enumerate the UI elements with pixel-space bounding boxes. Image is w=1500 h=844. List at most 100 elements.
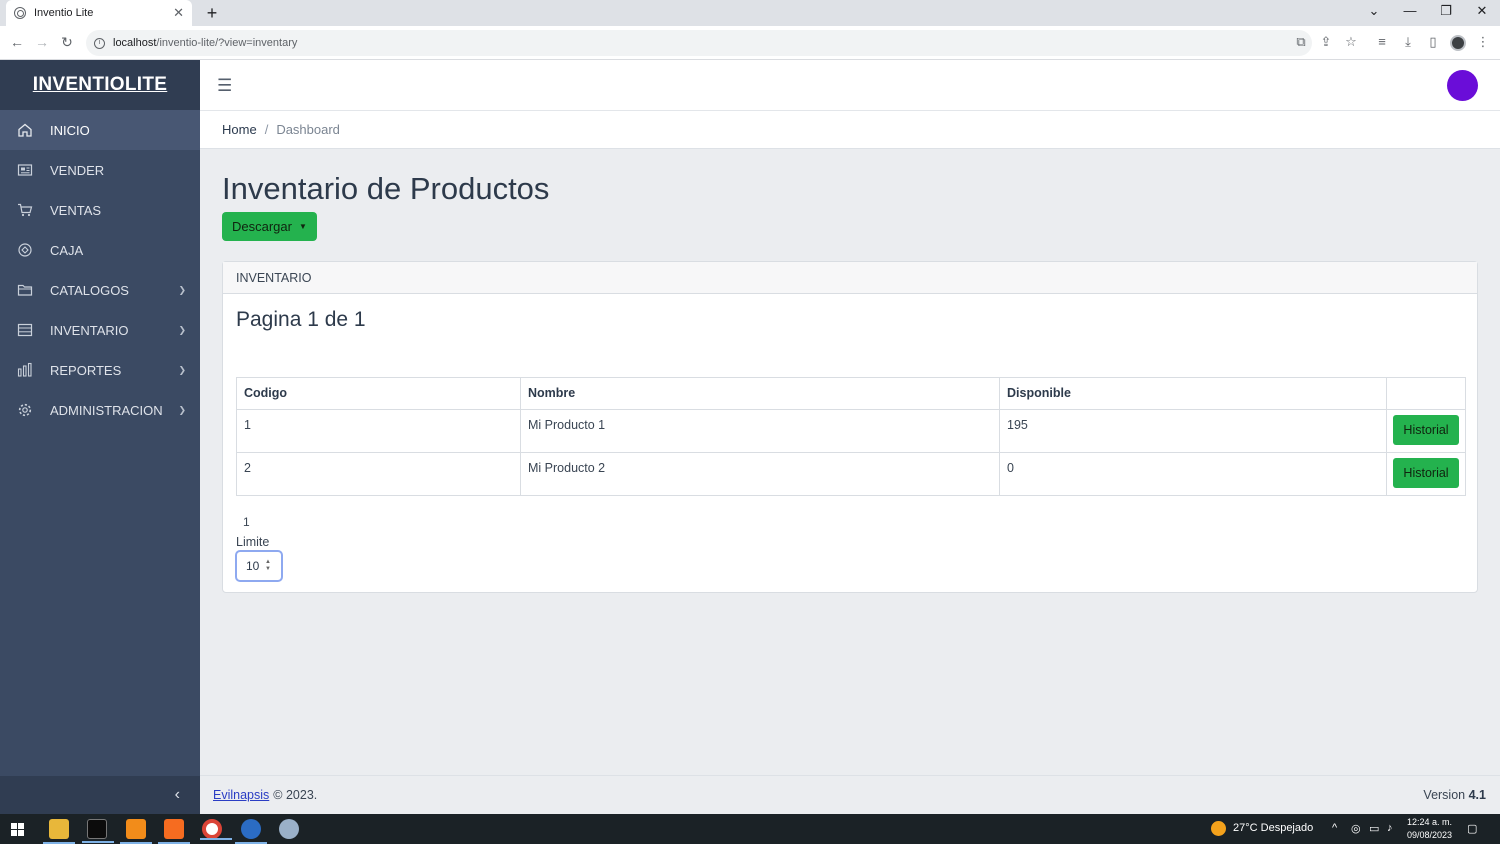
sidebar-item-reportes[interactable]: REPORTES ❯ xyxy=(0,350,200,390)
historial-button[interactable]: Historial xyxy=(1393,458,1459,488)
windows-taskbar: 27°C Despejado ^ ◎ ▭ ♪ 12:24 a. m. 09/08… xyxy=(0,814,1500,844)
breadcrumb-current: Dashboard xyxy=(276,122,340,137)
chevron-down-icon: ❯ xyxy=(178,404,186,415)
sidebar-item-ventas[interactable]: VENTAS xyxy=(0,190,200,230)
folder-icon xyxy=(17,282,33,298)
sidebar-collapse-button[interactable]: ‹ xyxy=(0,776,200,814)
main-content: Inventario de Productos Descargar ▼ INVE… xyxy=(200,149,1500,775)
footer: Evilnapsis © 2023. Version 4.1 xyxy=(200,775,1500,814)
sidebar-item-inventario[interactable]: INVENTARIO ❯ xyxy=(0,310,200,350)
footer-version: Version 4.1 xyxy=(1423,788,1486,802)
notifications-icon[interactable]: ▢ xyxy=(1467,822,1477,835)
tray-app-icon[interactable]: ◎ xyxy=(1351,822,1361,835)
sidebar-item-caja[interactable]: CAJA xyxy=(0,230,200,270)
address-bar[interactable]: i localhost/inventio-lite/?view=inventar… xyxy=(86,30,1312,56)
tab-title: Inventio Lite xyxy=(34,7,94,19)
cart-icon xyxy=(17,202,33,218)
new-tab-button[interactable]: + xyxy=(202,3,222,24)
cell-disponible: 195 xyxy=(999,409,1387,453)
browser-menu-icon[interactable]: ⋮ xyxy=(1475,34,1491,50)
browser-tab-strip: Inventio Lite ✕ + ⌄ — ❐ ✕ xyxy=(0,0,1500,26)
system-clock[interactable]: 12:24 a. m. 09/08/2023 xyxy=(1407,816,1452,842)
caret-down-icon: ▼ xyxy=(298,222,307,231)
breadcrumb-home-link[interactable]: Home xyxy=(222,122,257,137)
back-icon[interactable]: ← xyxy=(9,34,25,50)
clock-date: 09/08/2023 xyxy=(1407,830,1453,840)
sidebar-item-label: INICIO xyxy=(50,122,90,138)
column-header-actions xyxy=(1386,377,1466,410)
chevron-left-icon: ‹ xyxy=(174,786,180,803)
volume-icon[interactable]: ♪ xyxy=(1387,822,1393,834)
forward-icon[interactable]: → xyxy=(34,34,50,50)
file-explorer-icon[interactable] xyxy=(43,819,75,844)
terminal-icon[interactable] xyxy=(82,819,114,843)
download-dropdown-button[interactable]: Descargar ▼ xyxy=(222,212,317,241)
register-icon xyxy=(17,162,33,178)
clock-time: 12:24 a. m. xyxy=(1407,817,1453,827)
limit-number-input[interactable]: 10 ▲ ▼ xyxy=(235,550,283,582)
weather-icon xyxy=(1211,821,1226,836)
spinner-arrows-icon[interactable]: ▲ ▼ xyxy=(265,559,271,573)
weather-text[interactable]: 27°C Despejado xyxy=(1233,822,1313,834)
card-header: INVENTARIO xyxy=(223,262,1477,294)
browser-tab[interactable]: Inventio Lite ✕ xyxy=(6,0,192,26)
list-icon xyxy=(17,322,33,338)
top-navbar: ☰ xyxy=(200,60,1500,111)
chart-icon xyxy=(17,362,33,378)
cell-codigo: 1 xyxy=(236,409,521,453)
pagination-page-1[interactable]: 1 xyxy=(243,515,250,529)
chevron-down-icon: ❯ xyxy=(178,364,186,375)
gear-icon xyxy=(17,402,33,418)
sidebar-item-inicio[interactable]: INICIO xyxy=(0,110,200,150)
breadcrumb: Home / Dashboard xyxy=(200,111,1500,149)
cell-disponible: 0 xyxy=(999,452,1387,496)
cell-nombre: Mi Producto 1 xyxy=(520,409,1000,453)
app-tool-icon[interactable] xyxy=(279,819,299,839)
chrome-icon[interactable] xyxy=(200,819,232,840)
browser-profile-avatar[interactable] xyxy=(1450,35,1466,51)
side-panel-icon[interactable]: ▯ xyxy=(1425,34,1441,50)
cell-actions: Historial xyxy=(1386,409,1466,453)
minimize-button[interactable]: — xyxy=(1402,3,1418,18)
inventory-card: INVENTARIO Pagina 1 de 1 Codigo Nombre D… xyxy=(222,261,1478,593)
cell-actions: Historial xyxy=(1386,452,1466,496)
tab-close-icon[interactable]: ✕ xyxy=(173,5,184,21)
site-info-icon[interactable]: i xyxy=(94,37,105,49)
download-label: Descargar xyxy=(232,219,292,234)
bookmark-star-icon[interactable]: ☆ xyxy=(1343,34,1359,50)
column-header-nombre: Nombre xyxy=(520,377,1000,410)
close-window-button[interactable]: ✕ xyxy=(1474,3,1490,19)
tray-chevron-icon[interactable]: ^ xyxy=(1332,822,1337,834)
brand-logo[interactable]: INVENTIOLITE xyxy=(0,60,200,110)
footer-author-link[interactable]: Evilnapsis xyxy=(213,788,269,802)
sidebar-item-label: REPORTES xyxy=(50,362,122,378)
app-globe-icon[interactable] xyxy=(235,819,267,844)
sidebar: INVENTIOLITE INICIO VENDER VENTAS CAJA C… xyxy=(0,60,200,814)
home-icon xyxy=(17,122,33,138)
sidebar-item-administracion[interactable]: ADMINISTRACION ❯ xyxy=(0,390,200,430)
reading-list-icon[interactable]: ≡ xyxy=(1374,34,1390,49)
historial-button[interactable]: Historial xyxy=(1393,415,1459,445)
reload-icon[interactable]: ↻ xyxy=(59,34,75,51)
download-icon[interactable]: ⤓ xyxy=(1400,34,1416,50)
windows-start-icon[interactable] xyxy=(11,823,24,836)
brand-text: INVENTIOLITE xyxy=(32,74,168,95)
sublime-text-icon[interactable] xyxy=(120,819,152,844)
user-avatar[interactable] xyxy=(1447,70,1478,101)
version-number: 4.1 xyxy=(1468,788,1486,802)
browser-toolbar: ← → ↻ i localhost/inventio-lite/?view=in… xyxy=(0,26,1500,60)
table-row: 2 Mi Producto 2 0 Historial xyxy=(236,452,1466,496)
page-title: Inventario de Productos xyxy=(222,171,550,206)
network-icon[interactable]: ▭ xyxy=(1369,822,1379,835)
menu-toggle-icon[interactable]: ☰ xyxy=(217,76,232,96)
share-icon[interactable]: ⇪ xyxy=(1318,34,1334,50)
sidebar-item-label: INVENTARIO xyxy=(50,322,129,338)
sidebar-item-label: CAJA xyxy=(50,242,84,258)
breadcrumb-separator: / xyxy=(264,122,269,137)
sidebar-item-vender[interactable]: VENDER xyxy=(0,150,200,190)
restore-button[interactable]: ❐ xyxy=(1438,3,1454,19)
translate-icon[interactable]: ⧉ xyxy=(1293,34,1309,50)
sidebar-item-catalogos[interactable]: CATALOGOS ❯ xyxy=(0,270,200,310)
xampp-icon[interactable] xyxy=(158,819,190,844)
tab-search-icon[interactable]: ⌄ xyxy=(1366,3,1382,19)
